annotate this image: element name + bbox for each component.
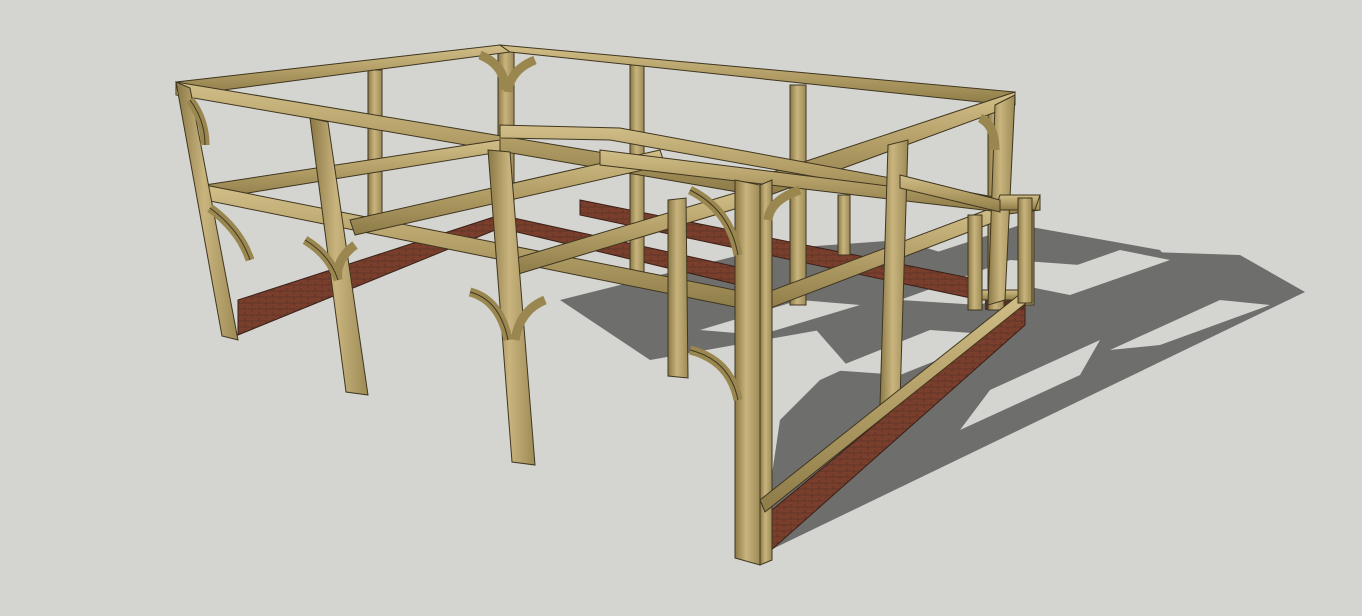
timber-frame-scene	[175, 44, 1305, 566]
3d-model-viewport[interactable]	[0, 0, 1362, 616]
